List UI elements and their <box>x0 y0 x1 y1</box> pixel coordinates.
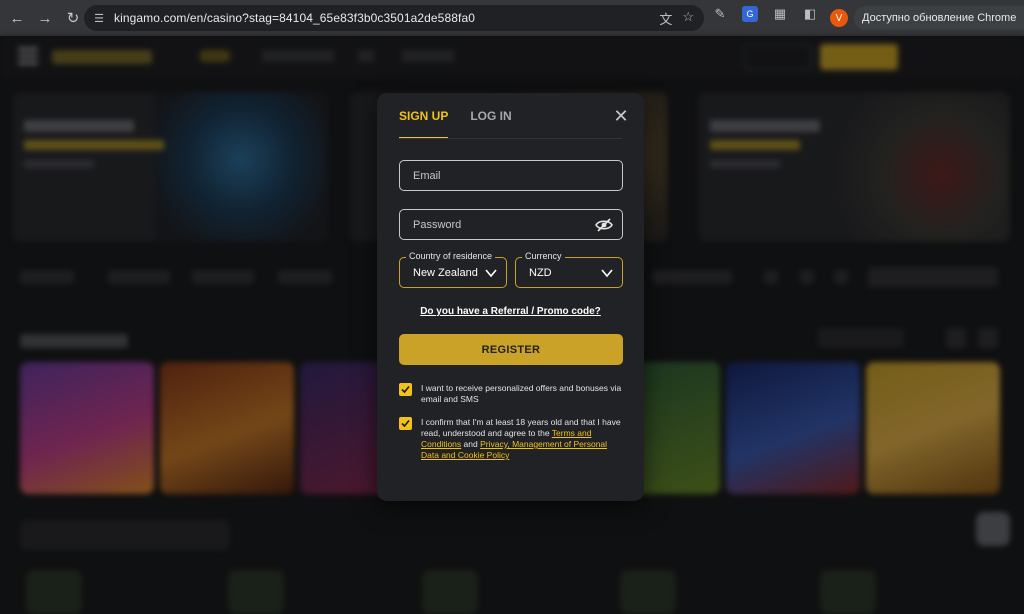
password-input[interactable] <box>400 210 622 239</box>
and-text: and <box>463 439 478 449</box>
hide-password-eye-icon[interactable] <box>595 218 613 232</box>
site-settings-icon[interactable]: ☰ <box>92 11 106 25</box>
update-label: Доступно обновление Chrome <box>862 12 1017 24</box>
profile-avatar[interactable]: V <box>830 9 848 27</box>
side-panel-icon[interactable]: ◧ <box>802 6 818 22</box>
chrome-update-button[interactable]: Доступно обновление Chrome ⋮ <box>854 6 1024 30</box>
currency-value: NZD <box>529 267 552 279</box>
offers-checkbox[interactable] <box>399 383 412 396</box>
promo-code-link[interactable]: Do you have a Referral / Promo code? <box>377 306 644 317</box>
chevron-down-icon <box>485 269 497 278</box>
register-button[interactable]: REGISTER <box>399 334 623 365</box>
currency-label: Currency <box>522 251 565 261</box>
country-label: Country of residence <box>406 251 496 261</box>
age-terms-checkbox[interactable] <box>399 417 412 430</box>
browser-toolbar: ← → ↻ ☰ kingamo.com/en/casino?stag=84104… <box>0 0 1024 36</box>
age-consent-text: I confirm that I'm at least 18 years old… <box>421 417 625 461</box>
bookmark-star-icon[interactable]: ☆ <box>682 9 694 28</box>
close-icon[interactable]: ✕ <box>612 107 630 125</box>
extensions-puzzle-icon[interactable]: ▦ <box>772 6 788 22</box>
email-field[interactable] <box>399 160 623 191</box>
checkmark-icon <box>401 419 410 428</box>
translate-icon[interactable]: 文 <box>659 9 672 28</box>
tab-log-in[interactable]: LOG IN <box>470 107 511 139</box>
chevron-down-icon <box>601 269 613 278</box>
reload-icon[interactable]: ↻ <box>60 5 86 31</box>
modal-tabs: SIGN UP LOG IN <box>399 107 512 139</box>
password-field[interactable] <box>399 209 623 240</box>
tab-sign-up[interactable]: SIGN UP <box>399 107 449 139</box>
country-select[interactable]: Country of residence New Zealand <box>399 251 507 288</box>
address-bar[interactable]: ☰ kingamo.com/en/casino?stag=84104_65e83… <box>84 5 704 31</box>
back-arrow-icon[interactable]: ← <box>4 5 30 31</box>
offers-consent-row: I want to receive personalized offers an… <box>399 383 625 407</box>
pen-extension-icon[interactable]: ✎ <box>712 6 728 22</box>
translate-extension-icon[interactable]: G <box>742 6 758 22</box>
checkmark-icon <box>401 385 410 394</box>
tabs-divider <box>399 138 622 139</box>
email-input[interactable] <box>400 161 622 190</box>
age-consent-row: I confirm that I'm at least 18 years old… <box>399 417 625 465</box>
country-value: New Zealand <box>413 267 478 279</box>
currency-select[interactable]: Currency NZD <box>515 251 623 288</box>
forward-arrow-icon[interactable]: → <box>32 5 58 31</box>
signup-modal: SIGN UP LOG IN ✕ Country of residence Ne… <box>377 93 644 501</box>
offers-consent-text: I want to receive personalized offers an… <box>421 383 622 404</box>
url-text[interactable]: kingamo.com/en/casino?stag=84104_65e83f3… <box>114 11 475 25</box>
